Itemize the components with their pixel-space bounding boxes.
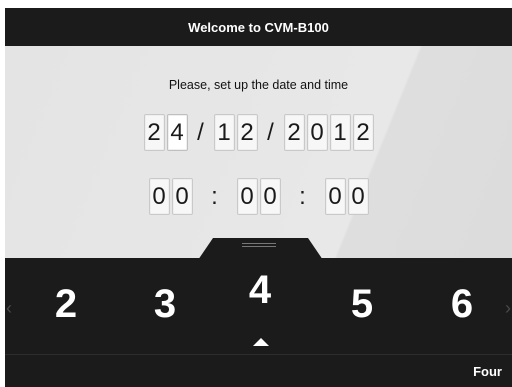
time-separator: :: [299, 182, 306, 210]
month-digit-1[interactable]: 1: [213, 114, 235, 151]
second-digit-1[interactable]: 0: [324, 178, 346, 215]
picker-value[interactable]: 6: [432, 280, 492, 328]
drag-handle-icon[interactable]: [242, 243, 276, 247]
picker-drawer-tab[interactable]: [198, 238, 323, 260]
title-bar: Welcome to CVM-B100: [5, 8, 512, 46]
month-digit-2[interactable]: 2: [236, 114, 258, 151]
second-digit-2[interactable]: 0: [347, 178, 369, 215]
minute-digit-1[interactable]: 0: [236, 178, 258, 215]
year-digit-3[interactable]: 1: [329, 114, 351, 151]
selection-caret-icon: [253, 338, 269, 346]
day-digit-1[interactable]: 2: [143, 114, 165, 151]
hour-digit-2[interactable]: 0: [171, 178, 193, 215]
date-row: 2 4 / 1 2 / 2 0 1 2: [5, 114, 512, 151]
datetime-setup-panel: Please, set up the date and time 2 4 / 1…: [5, 46, 512, 258]
selected-value-label: Four: [473, 364, 502, 379]
hour-digit-1[interactable]: 0: [148, 178, 170, 215]
chevron-right-icon[interactable]: ›: [505, 298, 511, 319]
picker-footer: Four: [5, 354, 512, 387]
year-digit-2[interactable]: 0: [306, 114, 328, 151]
picker-value[interactable]: 2: [36, 280, 96, 328]
picker-value-selected[interactable]: 4: [230, 266, 290, 314]
year-digit-4[interactable]: 2: [352, 114, 374, 151]
time-row: 0 0 : 0 0 : 0 0: [5, 178, 512, 215]
time-separator: :: [211, 182, 218, 210]
date-separator: /: [267, 118, 274, 146]
device-screen: Welcome to CVM-B100 Please, set up the d…: [5, 8, 512, 387]
year-digit-1[interactable]: 2: [283, 114, 305, 151]
picker-value[interactable]: 3: [135, 280, 195, 328]
setup-prompt: Please, set up the date and time: [168, 78, 349, 92]
minute-digit-2[interactable]: 0: [259, 178, 281, 215]
day-digit-2[interactable]: 4: [166, 114, 188, 151]
window-title: Welcome to CVM-B100: [188, 19, 329, 35]
picker-value[interactable]: 5: [332, 280, 392, 328]
date-separator: /: [197, 118, 204, 146]
chevron-left-icon[interactable]: ‹: [6, 298, 12, 319]
